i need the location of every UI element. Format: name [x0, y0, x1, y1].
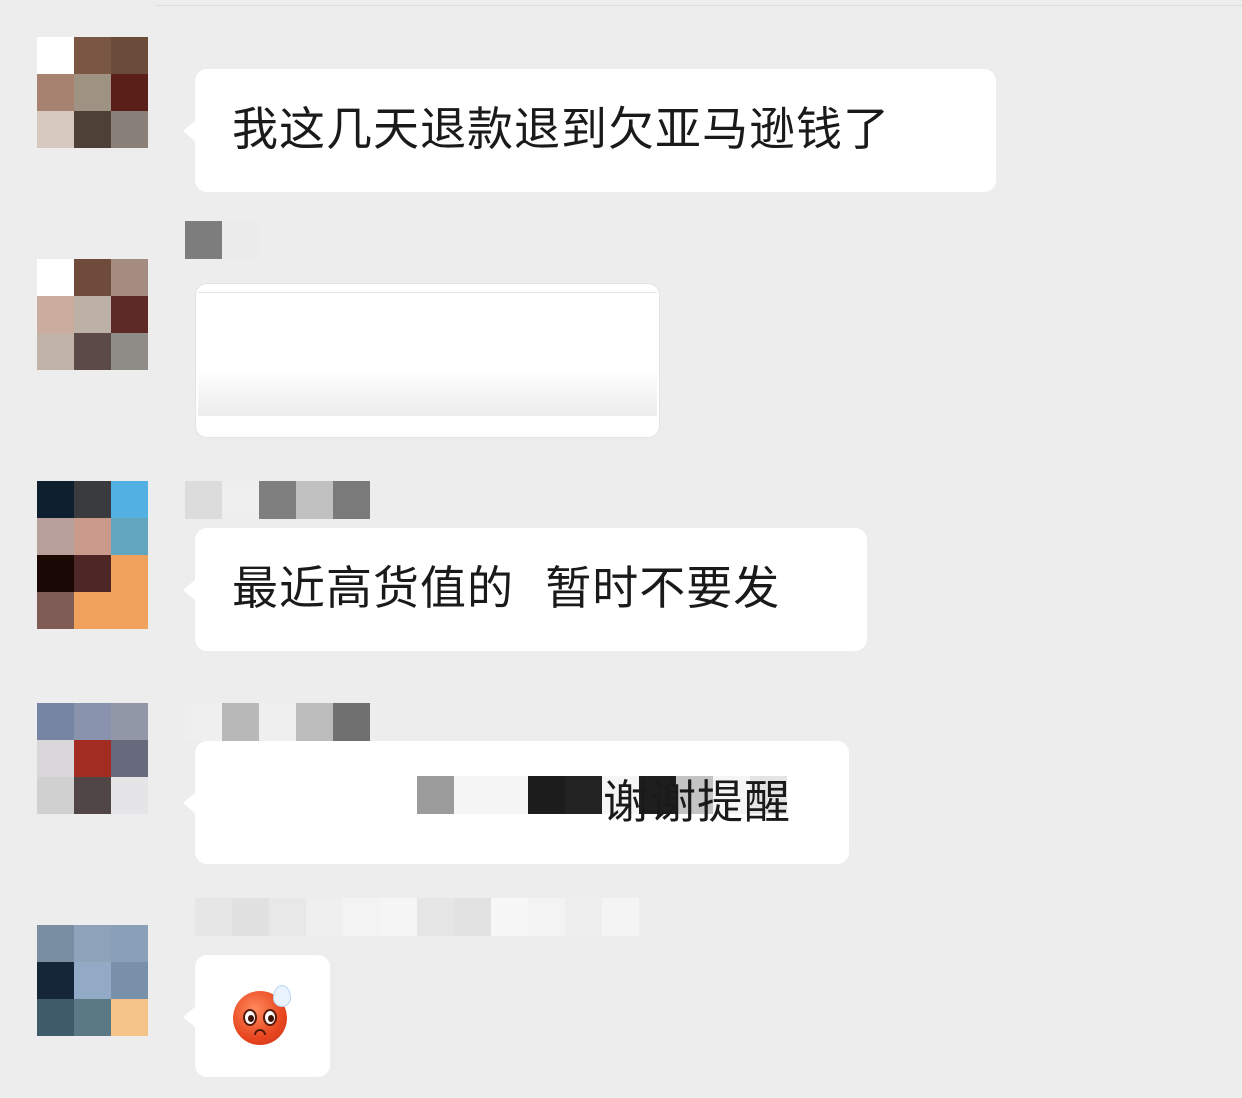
emoji-message-bubble[interactable]	[183, 955, 330, 1077]
sender-name-redacted	[185, 221, 259, 259]
avatar-pixel	[74, 481, 111, 518]
sender-name-redacted	[185, 481, 370, 519]
avatar-pixel	[111, 925, 148, 962]
sender-avatar[interactable]	[37, 925, 148, 1036]
avatar-pixel	[111, 111, 148, 148]
avatar-pixel	[74, 592, 111, 629]
avatar-pixel	[111, 74, 148, 111]
sender-name-redacted	[185, 703, 370, 741]
name-pixel	[185, 703, 222, 741]
name-pixel	[491, 898, 528, 936]
redaction-pixel	[528, 776, 565, 814]
message-bubble[interactable]: 我这几天退款退到欠亚马逊钱了	[183, 69, 996, 192]
avatar-pixel	[74, 999, 111, 1036]
name-pixel	[380, 898, 417, 936]
name-pixel	[296, 703, 333, 741]
avatar-pixel	[74, 925, 111, 962]
sender-avatar[interactable]	[37, 481, 148, 629]
message-bubble[interactable]: 最近高货值的 暂时不要发	[183, 528, 867, 651]
avatar-pixel	[37, 481, 74, 518]
redaction-pixel	[417, 776, 454, 814]
sender-name-redacted	[195, 898, 639, 936]
avatar-pixel	[37, 518, 74, 555]
avatar-pixel	[37, 592, 74, 629]
sender-avatar[interactable]	[37, 703, 148, 814]
name-pixel	[269, 898, 306, 936]
card-divider	[198, 292, 657, 293]
avatar-pixel	[37, 925, 74, 962]
avatar-pixel	[111, 999, 148, 1036]
name-pixel	[195, 898, 232, 936]
message-text: 谢谢提醒	[603, 775, 791, 829]
avatar-pixel	[111, 703, 148, 740]
name-pixel	[333, 703, 370, 741]
avatar-pixel	[37, 962, 74, 999]
avatar-pixel	[74, 333, 111, 370]
redaction-pixel	[565, 776, 602, 814]
avatar-pixel	[37, 259, 74, 296]
name-pixel	[528, 898, 565, 936]
avatar-pixel	[37, 555, 74, 592]
avatar-pixel	[111, 740, 148, 777]
avatar-pixel	[74, 703, 111, 740]
avatar-pixel	[111, 296, 148, 333]
name-pixel	[417, 898, 454, 936]
name-pixel	[222, 221, 259, 259]
avatar-pixel	[74, 111, 111, 148]
name-pixel	[565, 898, 602, 936]
sender-avatar[interactable]	[37, 37, 148, 148]
avatar-pixel	[111, 592, 148, 629]
avatar-pixel	[74, 555, 111, 592]
name-pixel	[185, 481, 222, 519]
avatar-pixel	[111, 962, 148, 999]
redaction-pixel	[491, 776, 528, 814]
avatar-pixel	[74, 37, 111, 74]
name-pixel	[222, 481, 259, 519]
avatar-pixel	[74, 962, 111, 999]
avatar-pixel	[111, 37, 148, 74]
avatar-pixel	[111, 333, 148, 370]
avatar-pixel	[37, 999, 74, 1036]
name-pixel	[333, 481, 370, 519]
message-bubble[interactable]: 谢谢提醒	[183, 741, 849, 864]
name-pixel	[259, 481, 296, 519]
avatar-pixel	[74, 74, 111, 111]
link-card-message[interactable]	[195, 283, 660, 438]
avatar-pixel	[111, 518, 148, 555]
avatar-pixel	[37, 703, 74, 740]
avatar-pixel	[74, 259, 111, 296]
name-pixel	[222, 703, 259, 741]
avatar-pixel	[111, 555, 148, 592]
avatar-pixel	[37, 740, 74, 777]
avatar-pixel	[74, 777, 111, 814]
name-pixel	[259, 703, 296, 741]
avatar-pixel	[37, 296, 74, 333]
avatar-pixel	[111, 777, 148, 814]
sender-avatar[interactable]	[37, 259, 148, 370]
avatar-pixel	[111, 259, 148, 296]
avatar-pixel	[74, 740, 111, 777]
avatar-pixel	[37, 333, 74, 370]
redaction-pixel	[454, 776, 491, 814]
avatar-pixel	[74, 518, 111, 555]
chat-top-divider	[155, 5, 1242, 6]
avatar-pixel	[37, 37, 74, 74]
avatar-pixel	[111, 481, 148, 518]
card-footer	[198, 370, 657, 416]
name-pixel	[185, 221, 222, 259]
avatar-pixel	[37, 111, 74, 148]
name-pixel	[343, 898, 380, 936]
avatar-pixel	[37, 777, 74, 814]
avatar-pixel	[74, 296, 111, 333]
name-pixel	[232, 898, 269, 936]
avatar-pixel	[37, 74, 74, 111]
name-pixel	[454, 898, 491, 936]
name-pixel	[296, 481, 333, 519]
pleading-face-emoji-icon	[233, 985, 291, 1045]
message-text: 我这几天退款退到欠亚马逊钱了	[232, 102, 890, 156]
name-pixel	[602, 898, 639, 936]
message-text: 最近高货值的 暂时不要发	[232, 561, 781, 615]
name-pixel	[306, 898, 343, 936]
